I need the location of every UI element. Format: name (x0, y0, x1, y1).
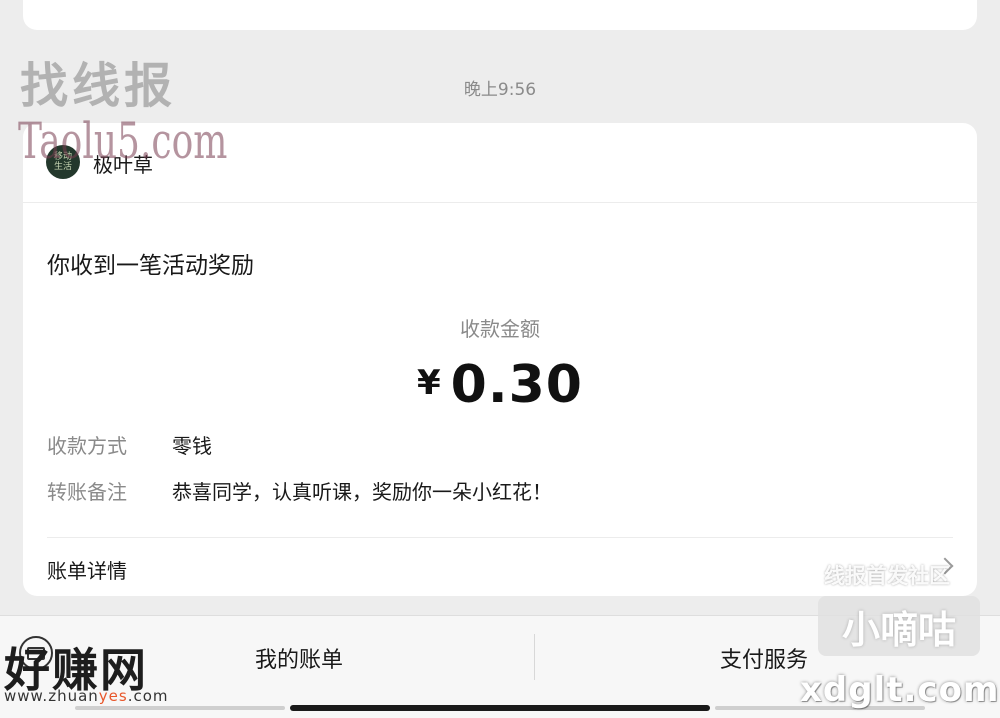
bill-detail-label: 账单详情 (47, 559, 127, 583)
sender-avatar[interactable]: 移动生活 (46, 145, 80, 179)
home-indicator[interactable] (290, 705, 710, 711)
amount-label: 收款金额 (460, 317, 540, 341)
payment-notification-card[interactable]: 移动生活 极叶草 你收到一笔活动奖励 收款金额 ¥0.30 收款方式 零钱 转账… (23, 123, 977, 596)
my-bill-menu[interactable]: 我的账单 (255, 642, 343, 674)
payment-method-value: 零钱 (172, 434, 212, 458)
transfer-note-value: 恭喜同学，认真听课，奖励你一朵小红花！ (172, 480, 552, 504)
previous-message-card (23, 0, 977, 30)
amount-display: ¥0.30 (23, 355, 977, 415)
home-track-left (75, 706, 285, 710)
chevron-right-icon (936, 557, 954, 575)
message-timestamp: 晚上9:56 (463, 80, 537, 100)
sender-name[interactable]: 极叶草 (93, 149, 153, 178)
currency-symbol: ¥ (417, 363, 441, 403)
card-title: 你收到一笔活动奖励 (47, 253, 254, 279)
amount-value: 0.30 (450, 355, 583, 415)
menu-separator (534, 634, 535, 680)
avatar-text: 移动生活 (53, 152, 72, 172)
home-track-right (715, 706, 925, 710)
bill-detail-link[interactable]: 账单详情 (23, 538, 977, 596)
card-header[interactable]: 移动生活 极叶草 (23, 123, 977, 203)
payment-method-label: 收款方式 (47, 434, 127, 458)
bottom-menu-bar: 我的账单 支付服务 (0, 615, 1000, 718)
transfer-note-label: 转账备注 (47, 480, 127, 504)
pay-service-menu[interactable]: 支付服务 (720, 642, 808, 674)
keyboard-icon[interactable] (19, 636, 53, 670)
